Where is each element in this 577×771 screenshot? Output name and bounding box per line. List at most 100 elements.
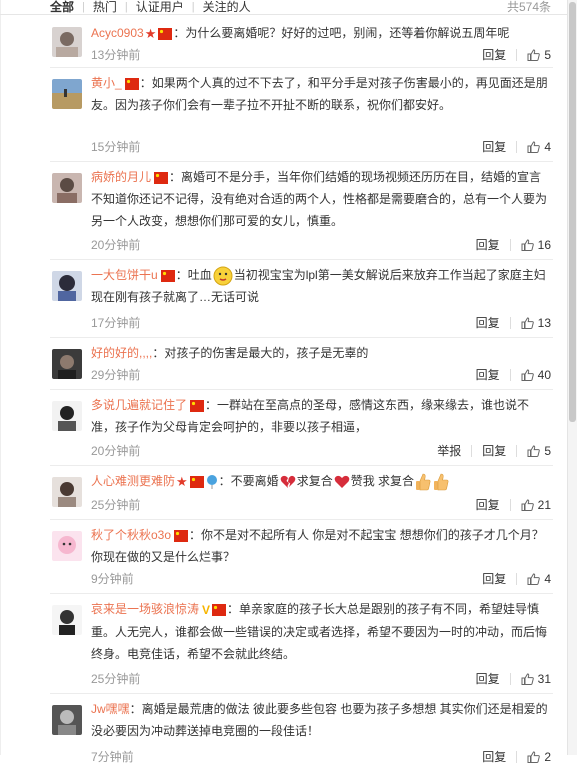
china-flag-icon	[124, 77, 139, 90]
avatar[interactable]	[52, 705, 82, 735]
comment-content: 病娇的月儿 ：离婚可不是分手，当年你们结婚的现场视频还历历在目，结婚的宣言不知道你…	[91, 166, 549, 232]
like-count: 13	[537, 316, 551, 330]
like-button[interactable]: 2	[527, 749, 551, 765]
comment-text: ：对孩子的伤害是最大的，孩子是无辜的	[152, 346, 369, 360]
comment-text: ：离婚是最荒唐的做法 彼此要多些包容 也要为孩子多想想 其实你们还是相爱的 没必…	[91, 702, 548, 738]
avatar[interactable]	[52, 477, 82, 507]
like-count: 21	[537, 498, 551, 512]
verified-v-icon: V	[202, 602, 211, 617]
like-button[interactable]: 31	[521, 671, 551, 687]
comment-text: 赞我 求复合	[350, 474, 415, 488]
reply-button[interactable]: 回复	[476, 367, 500, 383]
comment-actions: 回复 40	[476, 367, 551, 383]
like-button[interactable]: 16	[521, 237, 551, 253]
avatar[interactable]	[52, 401, 82, 431]
action-divider	[471, 445, 473, 457]
like-button[interactable]: 4	[527, 139, 551, 155]
comment-item: 秋了个秋秋o3o ：你不是对不起所有人 你是对不起宝宝 想想你们的孩子才几个月？你…	[50, 519, 553, 594]
like-count: 4	[544, 572, 551, 586]
tab-hot[interactable]: 热门	[93, 0, 117, 15]
china-flag-icon	[154, 171, 169, 184]
comment-actions: 回复 21	[476, 497, 551, 513]
comment-filter-bar: 全部 | 热门 | 认证用户 | 关注的人 共574条	[0, 0, 577, 15]
reply-button[interactable]: 回复	[482, 443, 506, 459]
reply-button[interactable]: 回复	[476, 671, 500, 687]
china-flag-icon	[174, 529, 189, 542]
username[interactable]: 一大包饼干u	[91, 268, 158, 282]
comment-actions: 回复 4	[482, 571, 551, 587]
username[interactable]: 哀来是一场骇浪惊涛	[91, 602, 199, 616]
reply-button[interactable]: 回复	[482, 47, 506, 63]
avatar[interactable]	[52, 531, 82, 561]
comment-meta: 7分钟前 回复 2	[91, 749, 553, 765]
avatar[interactable]	[52, 271, 82, 301]
reply-button[interactable]: 回复	[476, 237, 500, 253]
scrollbar-thumb[interactable]	[569, 2, 576, 422]
thumbs-up-emoji-icon	[416, 473, 431, 491]
username[interactable]: 人心难测更难防	[91, 474, 175, 488]
star-icon: ★	[144, 25, 157, 41]
thumbs-up-icon	[527, 445, 541, 457]
thumbs-up-icon	[521, 317, 534, 329]
like-button[interactable]: 13	[521, 315, 551, 331]
avatar[interactable]	[52, 79, 82, 109]
comment-time: 25分钟前	[91, 672, 141, 686]
avatar[interactable]	[52, 349, 82, 379]
username[interactable]: 黄小_	[91, 76, 122, 90]
tab-all[interactable]: 全部	[50, 0, 74, 15]
comment-content: 黄小_ ：如果两个人真的过不下去了，和平分手是对孩子伤害最小的，再见面还是朋友。因…	[91, 72, 549, 116]
broken-heart-icon	[280, 475, 295, 488]
comment-item: 好的好的,,,,：对孩子的伤害是最大的，孩子是无辜的 29分钟前 回复 40	[50, 337, 553, 390]
comment-time: 13分钟前	[91, 48, 141, 62]
username[interactable]: 多说几遍就记住了	[91, 398, 187, 412]
star-icon: ★	[176, 473, 188, 489]
tab-verified[interactable]: 认证用户	[136, 0, 184, 15]
comment-text: ：吐血	[175, 268, 212, 282]
filter-tabs: 全部 | 热门 | 认证用户 | 关注的人	[50, 0, 251, 15]
comment-text: 求复合	[296, 474, 333, 488]
reply-button[interactable]: 回复	[476, 497, 500, 513]
comment-time: 9分钟前	[91, 572, 134, 586]
avatar[interactable]	[52, 27, 82, 57]
avatar[interactable]	[52, 605, 82, 635]
action-divider	[516, 141, 518, 153]
reply-button[interactable]: 回复	[476, 315, 500, 331]
comment-actions: 回复 13	[476, 315, 551, 331]
action-divider	[516, 445, 518, 457]
china-flag-icon	[160, 269, 175, 282]
like-button[interactable]: 4	[527, 571, 551, 587]
thumbs-up-icon	[527, 141, 541, 153]
like-count: 4	[544, 140, 551, 154]
username[interactable]: 好的好的,,,,	[91, 346, 152, 360]
comment-item: 多说几遍就记住了 ：一群站在至高点的圣母，感情这东西，缘来缘去，谁也说不准，孩子作…	[50, 389, 553, 466]
like-button[interactable]: 5	[527, 47, 551, 63]
comment-item: Acyc0903 ★ ：为什么要离婚呢？好好的过吧，别闹，还等着你解说五周年呢 13…	[50, 17, 553, 68]
comment-item: 人心难测更难防 ★ ：不要离婚 求复合 赞我 求复合 25分钟前 回复 21	[50, 465, 553, 520]
like-button[interactable]: 21	[521, 497, 551, 513]
comment-item: 一大包饼干u ：吐血 当初视宝宝为lpl第一美女解说后来放弃工作当起了家庭主妇现在刚…	[50, 259, 553, 338]
username[interactable]: Acyc0903	[91, 26, 144, 40]
reply-button[interactable]: 回复	[482, 749, 506, 765]
tab-divider: |	[191, 0, 195, 13]
reply-button[interactable]: 回复	[482, 139, 506, 155]
comment-actions: 回复 4	[482, 139, 551, 155]
username[interactable]: 病娇的月儿	[91, 170, 151, 184]
comment-item: 病娇的月儿 ：离婚可不是分手，当年你们结婚的现场视频还历历在目，结婚的宣言不知道你…	[50, 161, 553, 260]
like-button[interactable]: 40	[521, 367, 551, 383]
action-divider	[516, 751, 518, 763]
comment-actions: 回复 5	[482, 47, 551, 63]
thumbs-up-icon	[521, 499, 534, 511]
username[interactable]: Jw嘿嘿	[91, 702, 130, 716]
thumbs-up-icon	[527, 49, 541, 61]
tab-following[interactable]: 关注的人	[203, 0, 251, 15]
username[interactable]: 秋了个秋秋o3o	[91, 528, 171, 542]
report-button[interactable]: 举报	[437, 443, 461, 459]
comment-time: 15分钟前	[91, 140, 141, 154]
comment-time: 20分钟前	[91, 238, 141, 252]
vertical-scrollbar[interactable]	[567, 0, 577, 755]
heart-icon	[334, 475, 350, 488]
avatar[interactable]	[52, 173, 82, 203]
spit-blood-emoji-icon	[213, 266, 233, 286]
like-button[interactable]: 5	[527, 443, 551, 459]
reply-button[interactable]: 回复	[482, 571, 506, 587]
